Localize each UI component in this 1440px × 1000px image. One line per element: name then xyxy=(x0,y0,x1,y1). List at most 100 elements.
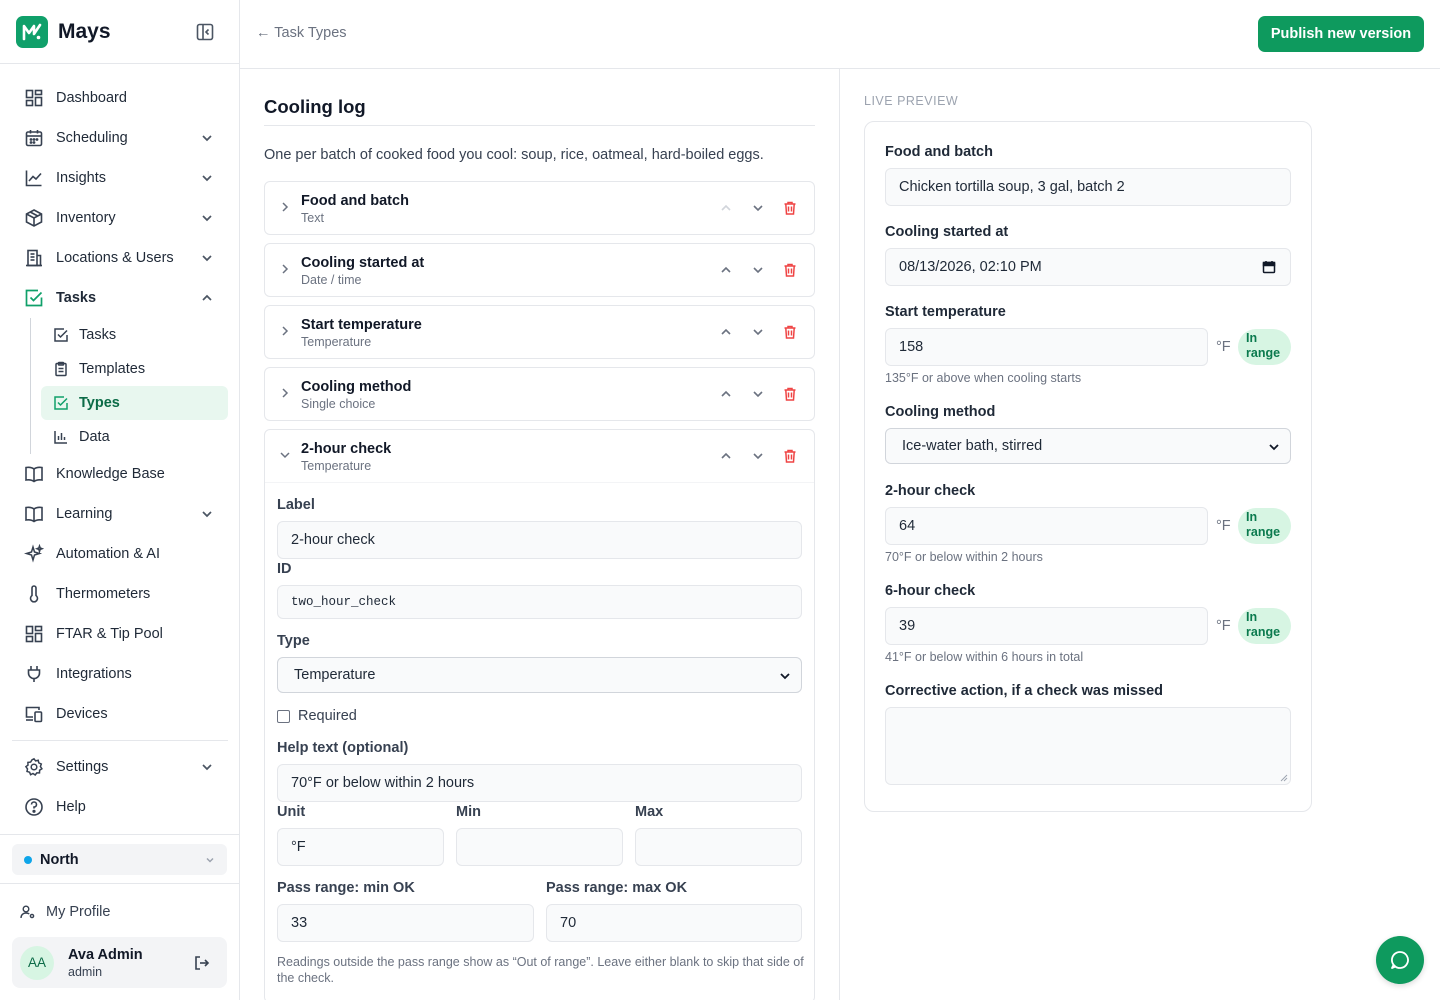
sidebar-item-label: Locations & Users xyxy=(56,250,174,266)
my-profile-label: My Profile xyxy=(46,904,111,920)
field-header[interactable]: Cooling started at Date / time xyxy=(265,244,814,296)
sidebar-item-ftar-tip-pool[interactable]: FTAR & Tip Pool xyxy=(12,614,228,654)
preview-started-input[interactable]: 08/13/2026, 02:10 PM xyxy=(885,248,1291,286)
pass-max-input[interactable]: 70 xyxy=(546,904,802,942)
sidebar-item-dashboard[interactable]: Dashboard xyxy=(12,78,228,118)
max-label: Max xyxy=(635,804,664,820)
preview-food-input[interactable]: Chicken tortilla soup, 3 gal, batch 2 xyxy=(885,168,1291,206)
chevron-right-icon[interactable] xyxy=(279,201,291,213)
calendar-icon[interactable] xyxy=(1262,260,1276,274)
sidebar-item-label: Tasks xyxy=(56,290,97,306)
required-checkbox[interactable] xyxy=(277,709,290,723)
sidebar-item-scheduling[interactable]: Scheduling xyxy=(12,118,228,158)
preview-check2-input[interactable]: 64 xyxy=(885,507,1208,545)
collapse-sidebar-icon[interactable] xyxy=(195,22,215,42)
publish-new-version-button[interactable]: Publish new version xyxy=(1258,16,1424,52)
user-info: Ava Admin admin xyxy=(68,947,143,979)
checkbox-icon xyxy=(53,395,69,411)
location-switcher[interactable]: North xyxy=(12,844,227,875)
label-input[interactable]: 2-hour check xyxy=(277,521,802,559)
chevron-right-icon[interactable] xyxy=(279,387,291,399)
move-up-icon[interactable] xyxy=(718,448,734,464)
id-input[interactable]: two_hour_check xyxy=(277,585,802,619)
chevron-down-icon xyxy=(200,760,214,774)
required-checkbox-row[interactable]: Required xyxy=(277,708,357,724)
sidebar-item-inventory[interactable]: Inventory xyxy=(12,198,228,238)
my-profile-link[interactable]: My Profile xyxy=(20,904,110,920)
sidebar-subitem-data[interactable]: Data xyxy=(41,420,228,454)
move-up-icon[interactable] xyxy=(718,386,734,402)
chat-bubble-icon xyxy=(1389,949,1411,971)
sidebar-subitem-templates[interactable]: Templates xyxy=(41,352,228,386)
sidebar-subitem-tasks[interactable]: Tasks xyxy=(41,318,228,352)
sidebar-item-locations-users[interactable]: Locations & Users xyxy=(12,238,228,278)
field-header[interactable]: Start temperature Temperature xyxy=(265,306,814,358)
chevron-right-icon[interactable] xyxy=(279,325,291,337)
mays-logo-icon[interactable] xyxy=(16,15,48,48)
move-up-icon[interactable] xyxy=(718,262,734,278)
preview-corrective-textarea[interactable] xyxy=(885,707,1291,785)
sidebar-item-label: Types xyxy=(79,395,120,411)
trash-icon[interactable] xyxy=(782,200,798,216)
sidebar-item-integrations[interactable]: Integrations xyxy=(12,654,228,694)
move-up-icon[interactable] xyxy=(718,324,734,340)
building-icon xyxy=(24,248,44,268)
trash-icon[interactable] xyxy=(782,262,798,278)
type-select[interactable]: Temperature xyxy=(277,657,802,693)
help-text-input[interactable]: 70°F or below within 2 hours xyxy=(277,764,802,802)
pass-min-label: Pass range: min OK xyxy=(277,880,415,896)
move-down-icon[interactable] xyxy=(750,386,766,402)
preview-started-label: Cooling started at xyxy=(885,224,1009,240)
trash-icon[interactable] xyxy=(782,386,798,402)
logout-icon[interactable] xyxy=(193,954,211,972)
sidebar-item-label: Learning xyxy=(56,506,113,522)
chevron-right-icon[interactable] xyxy=(279,263,291,275)
sidebar-item-knowledge-base[interactable]: Knowledge Base xyxy=(12,454,228,494)
min-label: Min xyxy=(456,804,481,820)
sidebar-item-help[interactable]: Help xyxy=(12,787,228,827)
back-link[interactable]: ← Task Types xyxy=(256,25,347,41)
move-down-icon[interactable] xyxy=(750,262,766,278)
sidebar-item-learning[interactable]: Learning xyxy=(12,494,228,534)
move-down-icon[interactable] xyxy=(750,200,766,216)
sidebar-subitem-types[interactable]: Types xyxy=(41,386,228,420)
chat-support-button[interactable] xyxy=(1376,936,1424,984)
field-header[interactable]: 2-hour check Temperature xyxy=(265,430,814,482)
id-field-label: ID xyxy=(277,561,292,577)
chevron-up-icon xyxy=(200,291,214,305)
trash-icon[interactable] xyxy=(782,324,798,340)
chevron-down-icon[interactable] xyxy=(279,449,291,461)
top-bar: ← Task Types Publish new version xyxy=(240,0,1440,69)
min-input[interactable] xyxy=(456,828,623,866)
trash-icon[interactable] xyxy=(782,448,798,464)
checkbox-icon xyxy=(24,288,44,308)
brand-header: Mays xyxy=(0,0,239,64)
sidebar-item-thermometers[interactable]: Thermometers xyxy=(12,574,228,614)
preview-check6-input[interactable]: 39 xyxy=(885,607,1208,645)
preview-start-temp-input[interactable]: 158 xyxy=(885,328,1208,366)
live-preview-label: LIVE PREVIEW xyxy=(864,94,959,108)
sidebar-item-automation-ai[interactable]: Automation & AI xyxy=(12,534,228,574)
move-down-icon[interactable] xyxy=(750,448,766,464)
sidebar-item-label: Thermometers xyxy=(56,586,151,602)
chevron-down-icon xyxy=(200,131,214,145)
move-down-icon[interactable] xyxy=(750,324,766,340)
dashboard-icon xyxy=(24,88,44,108)
max-input[interactable] xyxy=(635,828,802,866)
field-header[interactable]: Food and batch Text xyxy=(265,182,814,234)
unit-input[interactable]: °F xyxy=(277,828,444,866)
move-up-icon[interactable] xyxy=(718,200,734,216)
preview-food-label: Food and batch xyxy=(885,144,993,160)
sidebar-item-insights[interactable]: Insights xyxy=(12,158,228,198)
field-name: Cooling method xyxy=(301,379,412,395)
chevron-down-icon xyxy=(205,855,215,865)
sidebar-item-settings[interactable]: Settings xyxy=(12,747,228,787)
sidebar-item-tasks[interactable]: Tasks xyxy=(12,278,228,318)
pass-min-input[interactable]: 33 xyxy=(277,904,534,942)
field-header[interactable]: Cooling method Single choice xyxy=(265,368,814,420)
preview-method-select[interactable]: Ice-water bath, stirred xyxy=(885,428,1291,464)
clipboard-icon xyxy=(53,361,69,377)
location-status-dot xyxy=(24,855,32,864)
resize-handle-icon[interactable] xyxy=(1279,773,1288,782)
sidebar-item-devices[interactable]: Devices xyxy=(12,694,228,734)
